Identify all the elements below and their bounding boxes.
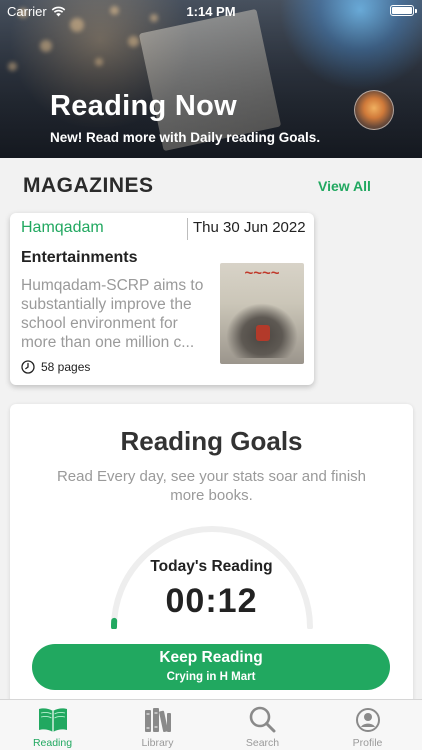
profile-icon <box>356 708 380 732</box>
view-all-link[interactable]: View All <box>318 178 371 194</box>
tab-reading[interactable]: Reading <box>0 700 105 750</box>
pages-count: 58 pages <box>41 360 91 374</box>
today-reading-time: 00:12 <box>165 582 258 620</box>
hero-banner: Carrier 1:14 PM Reading Now New! Read mo… <box>0 0 422 158</box>
magazine-cover-image: ~~~~ <box>220 263 304 364</box>
magazine-description: Humqadam-SCRP aims to substantially impr… <box>21 277 204 351</box>
hero-title: Reading Now <box>50 90 237 122</box>
tab-search-label: Search <box>245 737 280 749</box>
status-time: 1:14 PM <box>186 4 236 19</box>
battery-icon <box>390 5 417 16</box>
keep-reading-button[interactable]: Keep Reading Crying in H Mart <box>32 644 390 690</box>
magazines-section-title: MAGAZINES <box>23 174 154 197</box>
magazine-pages: 58 pages <box>21 360 90 374</box>
current-book-title: Crying in H Mart <box>166 671 256 683</box>
divider <box>187 218 188 240</box>
tab-library[interactable]: Library <box>105 700 210 750</box>
magazine-card[interactable]: Hamqadam Thu 30 Jun 2022 Entertainments … <box>10 213 314 385</box>
search-icon <box>249 706 276 733</box>
keep-reading-label: Keep Reading <box>159 649 263 666</box>
tab-bar: Reading Library Search Profile <box>0 699 422 750</box>
avatar[interactable] <box>354 90 394 130</box>
library-icon <box>145 708 171 732</box>
tab-reading-label: Reading <box>32 737 73 749</box>
magazine-category: Entertainments <box>21 249 138 266</box>
cover-figure-graphic <box>256 325 270 341</box>
tab-profile-label: Profile <box>352 737 383 749</box>
magazine-publisher: Hamqadam <box>21 219 104 236</box>
book-open-icon <box>39 708 67 732</box>
clock-icon <box>21 360 35 374</box>
reading-goals-card: Reading Goals Read Every day, see your s… <box>10 404 413 704</box>
cover-masthead-graphic: ~~~~ <box>244 265 280 282</box>
hero-subtitle: New! Read more with Daily reading Goals. <box>50 130 321 145</box>
today-reading-label: Today's Reading <box>150 558 273 575</box>
reading-goals-description: Read Every day, see your stats soar and … <box>56 468 367 504</box>
reading-goals-title: Reading Goals <box>120 426 303 456</box>
status-bar: Carrier 1:14 PM <box>0 0 422 22</box>
tab-profile[interactable]: Profile <box>315 700 420 750</box>
magazine-date: Thu 30 Jun 2022 <box>193 219 306 236</box>
tab-search[interactable]: Search <box>210 700 315 750</box>
tab-library-label: Library <box>141 737 174 749</box>
